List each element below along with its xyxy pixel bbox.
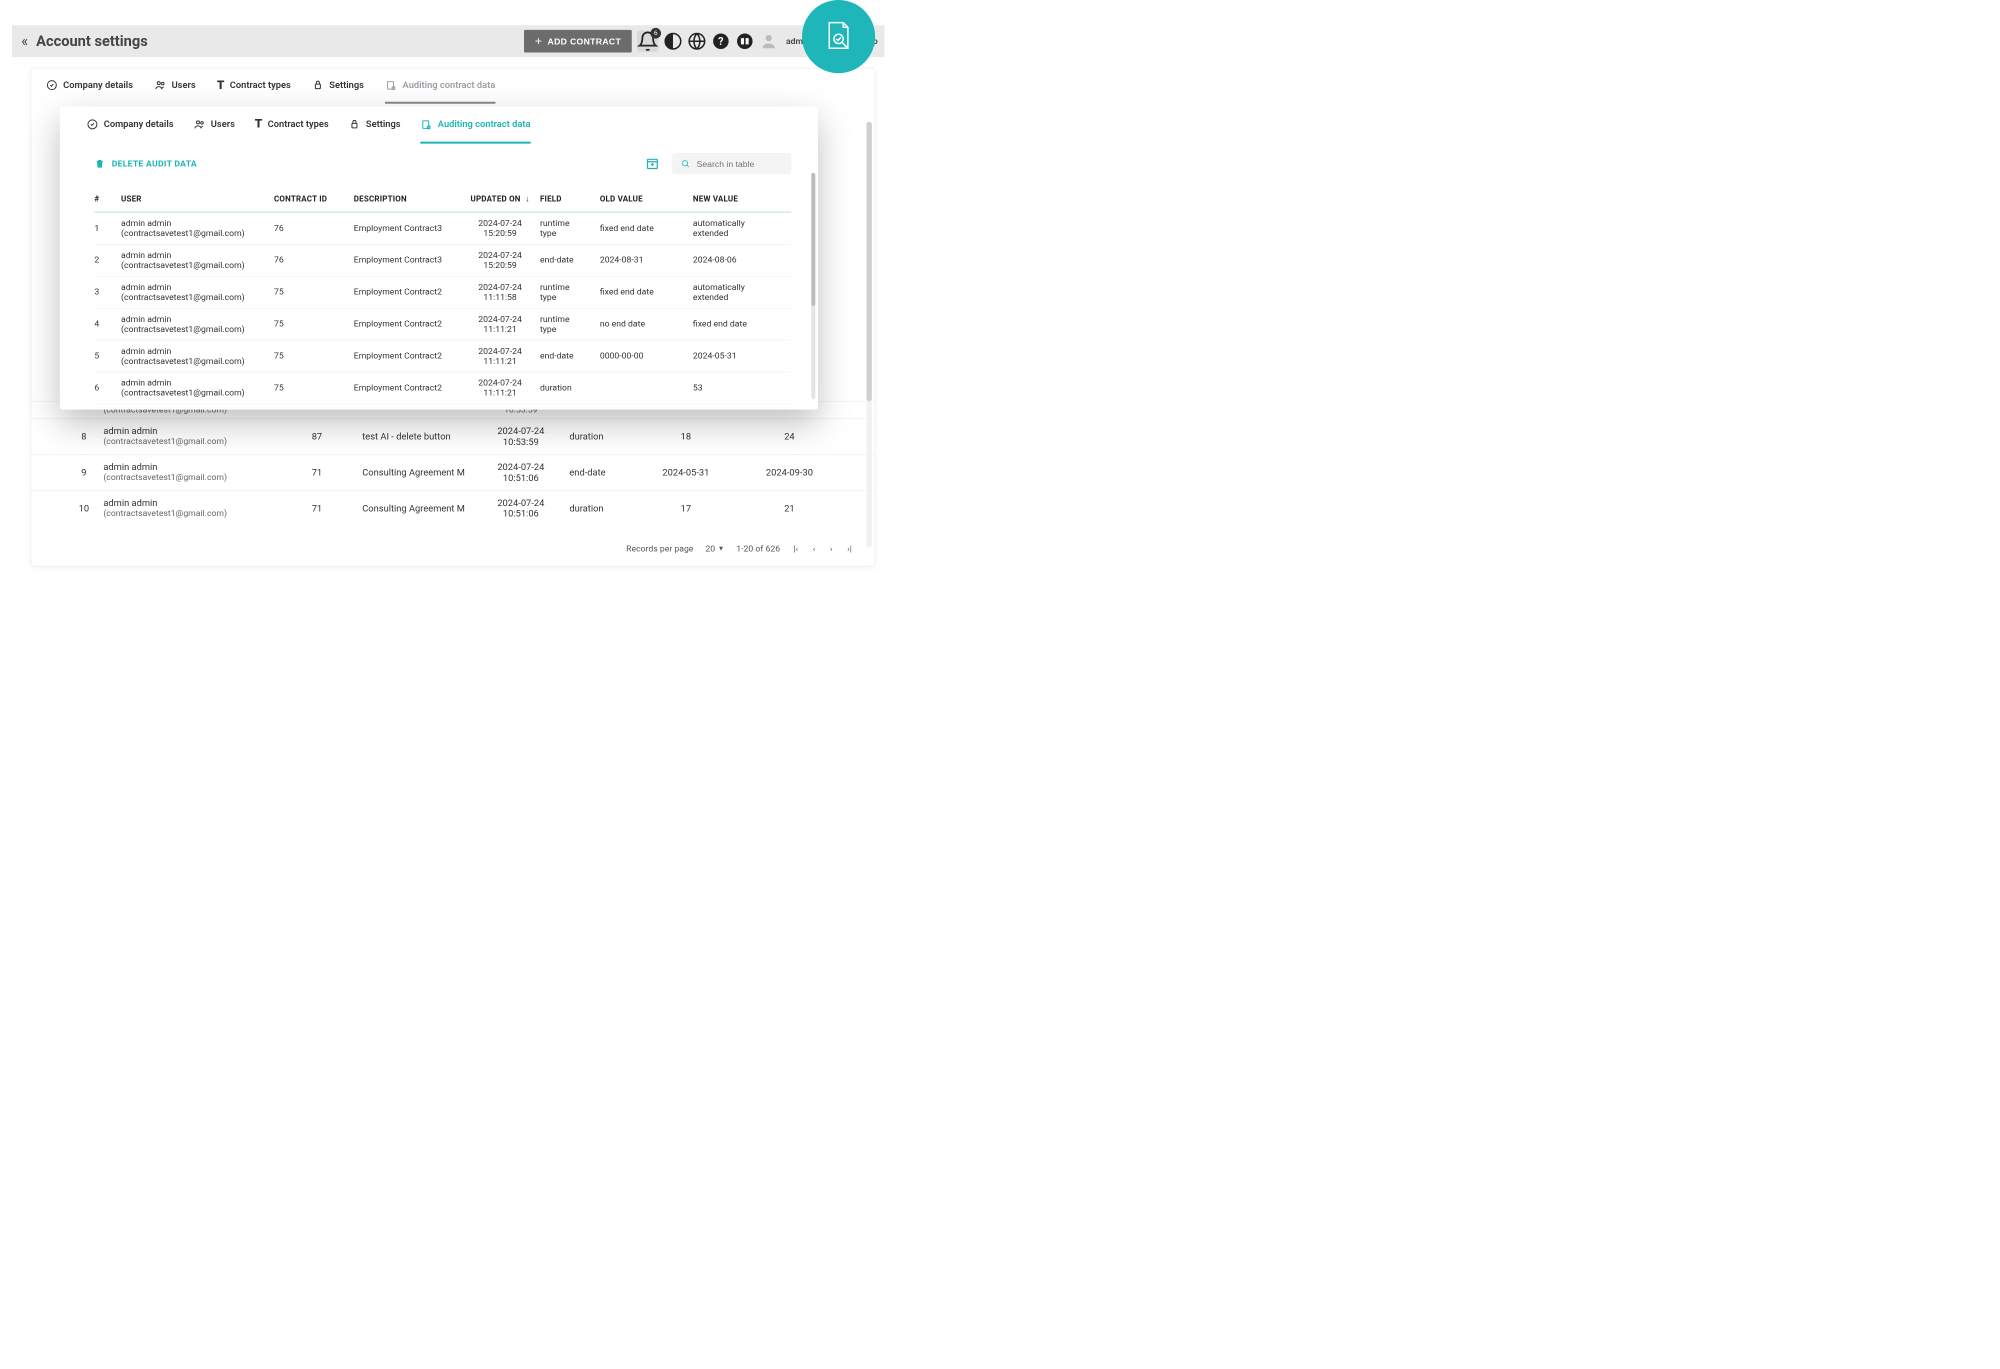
back-icon[interactable]: «	[21, 33, 28, 50]
tab-users-2[interactable]: Users	[194, 106, 235, 143]
next-page-icon[interactable]: ›	[829, 544, 834, 554]
rpp-label: Records per page	[626, 544, 693, 554]
tab-company[interactable]: Company details	[46, 68, 133, 103]
plus-icon: +	[535, 34, 542, 48]
back-tabs: Company details Users T Contract types S…	[31, 68, 874, 104]
app-header: « Account settings + ADD CONTRACT 6 ? ad…	[12, 25, 884, 57]
tab-company-2[interactable]: Company details	[86, 106, 173, 143]
front-scrollbar[interactable]	[811, 173, 815, 399]
table-row[interactable]: 5 admin admin(contractsavetest1@gmail.co…	[94, 340, 791, 372]
tab-contract-types-2[interactable]: T Contract types	[255, 106, 329, 143]
table-row[interactable]: 2 admin admin(contractsavetest1@gmail.co…	[94, 245, 791, 277]
search-box[interactable]	[672, 153, 792, 174]
prev-page-icon[interactable]: ‹	[811, 544, 816, 554]
bell-icon[interactable]: 6	[637, 31, 658, 52]
search-icon	[681, 158, 690, 169]
last-page-icon[interactable]: ›|	[846, 544, 853, 554]
bell-count-badge: 6	[650, 28, 661, 39]
table-row[interactable]: 10 admin admin(contractsavetest1@gmail.c…	[31, 490, 874, 526]
first-page-icon[interactable]: |‹	[792, 544, 799, 554]
audit-feature-badge-icon	[802, 0, 875, 73]
col-field[interactable]: FIELD	[540, 194, 600, 203]
sort-down-icon: ↓	[525, 194, 529, 203]
add-contract-button[interactable]: + ADD CONTRACT	[524, 30, 632, 53]
front-tabs: Company details Users T Contract types S…	[60, 106, 818, 143]
audit-card: Company details Users T Contract types S…	[60, 106, 818, 409]
delete-audit-button[interactable]: DELETE AUDIT DATA	[94, 158, 197, 169]
col-user[interactable]: USER	[121, 194, 274, 203]
col-new[interactable]: NEW VALUE	[693, 194, 779, 203]
audit-table-back: (contractsavetest1@gmail.com) 10:53:59 8…	[31, 401, 874, 526]
col-cid[interactable]: CONTRACT ID	[274, 194, 354, 203]
col-upd[interactable]: UPDATED ON ↓	[460, 194, 540, 203]
pagination: Records per page 20 ▼ 1-20 of 626 |‹ ‹ ›…	[612, 536, 868, 562]
table-header: # USER CONTRACT ID DESCRIPTION UPDATED O…	[94, 186, 791, 213]
archive-icon[interactable]	[645, 156, 660, 171]
tab-settings[interactable]: Settings	[312, 68, 364, 103]
book-icon[interactable]	[736, 32, 755, 51]
table-row[interactable]: 8 admin admin(contractsavetest1@gmail.co…	[31, 418, 874, 454]
chevron-down-icon: ▼	[718, 545, 725, 552]
col-idx[interactable]: #	[94, 194, 121, 203]
table-row[interactable]: 4 admin admin(contractsavetest1@gmail.co…	[94, 309, 791, 341]
user-avatar-icon[interactable]	[759, 32, 778, 51]
help-icon[interactable]: ?	[712, 32, 731, 51]
table-row[interactable]: 3 admin admin(contractsavetest1@gmail.co…	[94, 277, 791, 309]
tab-settings-2[interactable]: Settings	[349, 106, 401, 143]
rpp-select[interactable]: 20 ▼	[705, 544, 724, 554]
add-contract-label: ADD CONTRACT	[547, 36, 621, 46]
page-title: Account settings	[36, 33, 148, 50]
col-old[interactable]: OLD VALUE	[600, 194, 693, 203]
trash-icon	[94, 158, 105, 169]
tab-users[interactable]: Users	[154, 68, 195, 103]
search-input[interactable]	[697, 159, 782, 169]
table-row[interactable]: 9 admin admin(contractsavetest1@gmail.co…	[31, 454, 874, 490]
page-range: 1-20 of 626	[736, 544, 780, 554]
action-row: DELETE AUDIT DATA	[60, 144, 818, 187]
table-row[interactable]: 1 admin admin(contractsavetest1@gmail.co…	[94, 213, 791, 245]
svg-text:?: ?	[718, 35, 724, 48]
tab-auditing[interactable]: Auditing contract data	[385, 68, 495, 103]
tab-contract-types[interactable]: T Contract types	[217, 68, 291, 103]
globe-icon[interactable]	[688, 32, 707, 51]
contrast-icon[interactable]	[664, 32, 683, 51]
col-desc[interactable]: DESCRIPTION	[354, 194, 460, 203]
audit-table-front: # USER CONTRACT ID DESCRIPTION UPDATED O…	[60, 186, 818, 404]
table-row[interactable]: 6 admin admin(contractsavetest1@gmail.co…	[94, 372, 791, 404]
tab-auditing-2[interactable]: Auditing contract data	[420, 106, 530, 143]
